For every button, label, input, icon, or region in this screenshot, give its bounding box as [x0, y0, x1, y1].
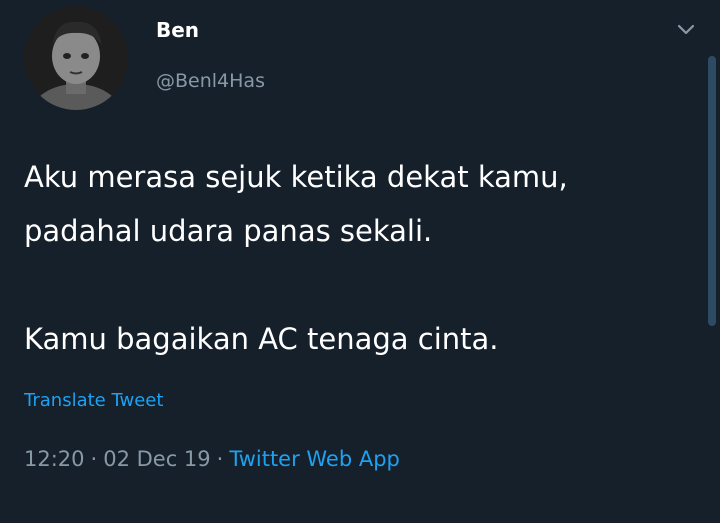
scrollbar[interactable] [708, 56, 716, 326]
user-handle[interactable]: @Benl4Has [156, 70, 265, 92]
tweet-time[interactable]: 12:20 [24, 447, 85, 471]
separator: · [90, 447, 98, 471]
chevron-down-icon[interactable] [676, 22, 696, 38]
translate-tweet-link[interactable]: Translate Tweet [24, 390, 163, 411]
tweet-meta: 12:20 · 02 Dec 19 · Twitter Web App [24, 447, 400, 471]
separator: · [216, 447, 224, 471]
display-name[interactable]: Ben [156, 18, 199, 42]
tweet-text-line: padahal udara panas sekali. [24, 214, 433, 248]
tweet-card: Ben @Benl4Has Aku merasa sejuk ketika de… [0, 0, 720, 523]
tweet-text: Aku merasa sejuk ketika dekat kamu, pada… [24, 150, 684, 366]
avatar[interactable] [24, 6, 128, 110]
avatar-photo [24, 6, 128, 110]
tweet-source-link[interactable]: Twitter Web App [229, 447, 400, 471]
tweet-text-line: Aku merasa sejuk ketika dekat kamu, [24, 160, 568, 194]
tweet-text-line: Kamu bagaikan AC tenaga cinta. [24, 322, 499, 356]
tweet-date[interactable]: 02 Dec 19 [103, 447, 210, 471]
